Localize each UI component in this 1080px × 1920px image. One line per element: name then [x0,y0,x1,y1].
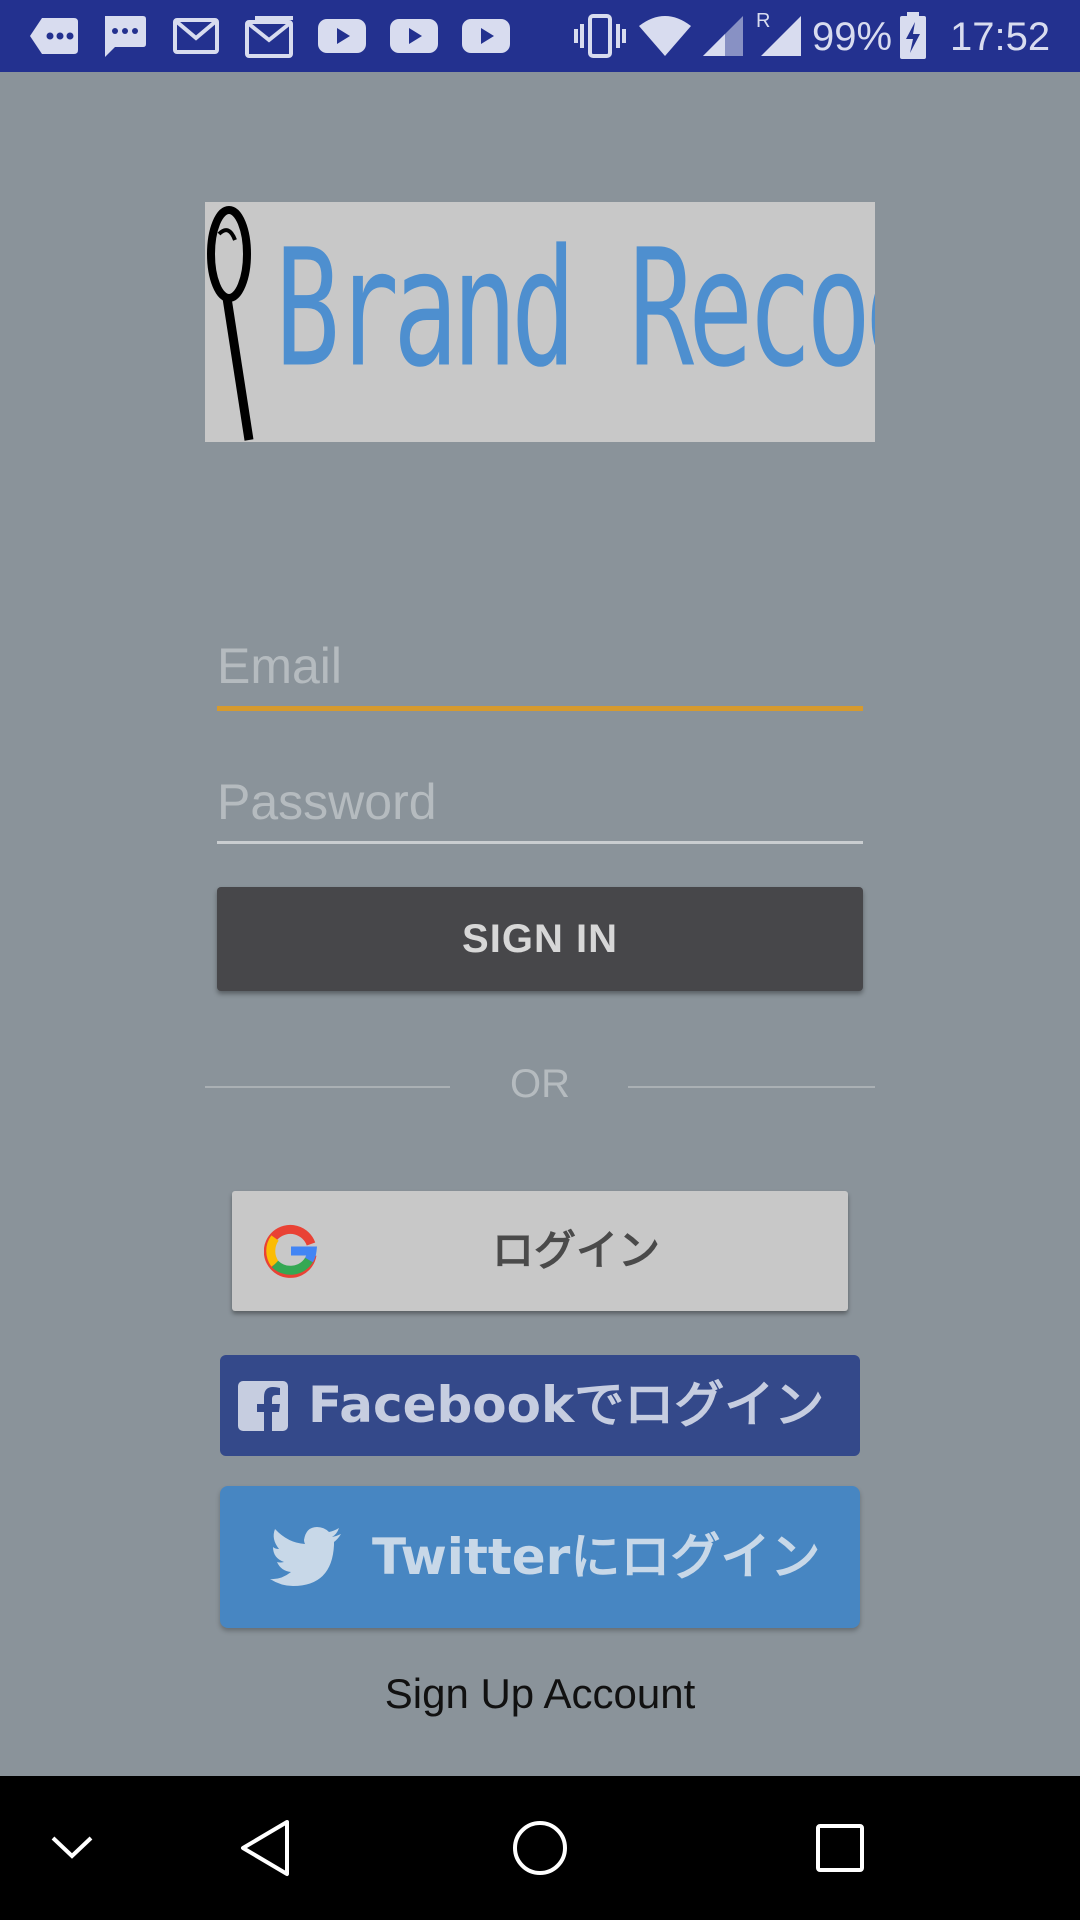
email-underline [217,706,863,711]
password-underline [217,841,863,844]
facebook-icon [238,1381,288,1435]
youtube-icon [462,14,510,58]
magnifier-icon [205,202,265,442]
vibrate-icon [572,14,628,58]
chat-bubble-icon [28,14,80,58]
status-bar: R 99% 17:52 [0,0,1080,72]
gmail-icon [172,14,220,58]
back-icon[interactable] [220,1776,310,1920]
clock: 17:52 [950,15,1051,59]
divider-right [628,1086,875,1088]
google-icon [263,1224,318,1282]
divider-left [205,1086,450,1088]
youtube-icon [390,14,438,58]
wifi-icon [636,14,694,58]
brand-logo: Brand Recognizer [205,202,875,442]
facebook-login-button[interactable]: Facebookでログイン [220,1355,860,1456]
navigation-bar [0,1776,1080,1920]
youtube-icon [318,14,366,58]
sign-in-label: SIGN IN [462,916,618,961]
sign-up-link[interactable]: Sign Up Account [290,1670,790,1718]
logo-text: Brand Recognizer [275,216,875,404]
gmail-icon [244,14,296,58]
signal-roaming-icon [758,14,804,58]
email-field[interactable] [217,628,863,704]
or-label: OR [510,1062,570,1106]
twitter-icon [270,1527,342,1591]
sign-in-button[interactable]: SIGN IN [217,887,863,991]
password-field[interactable] [217,764,863,840]
google-login-label: ログイン [492,1226,661,1275]
sms-icon [100,14,148,58]
battery-percent: 99% [812,15,893,59]
home-icon[interactable] [500,1776,580,1920]
collapse-icon[interactable] [32,1776,112,1920]
google-login-button[interactable]: ログイン [232,1191,848,1311]
recents-icon[interactable] [800,1776,880,1920]
twitter-login-label: Twitterにログイン [372,1528,821,1586]
twitter-login-button[interactable]: Twitterにログイン [220,1486,860,1628]
signal-icon [700,14,746,58]
battery-charging-icon [898,12,928,59]
facebook-login-label: Facebookでログイン [308,1376,825,1434]
